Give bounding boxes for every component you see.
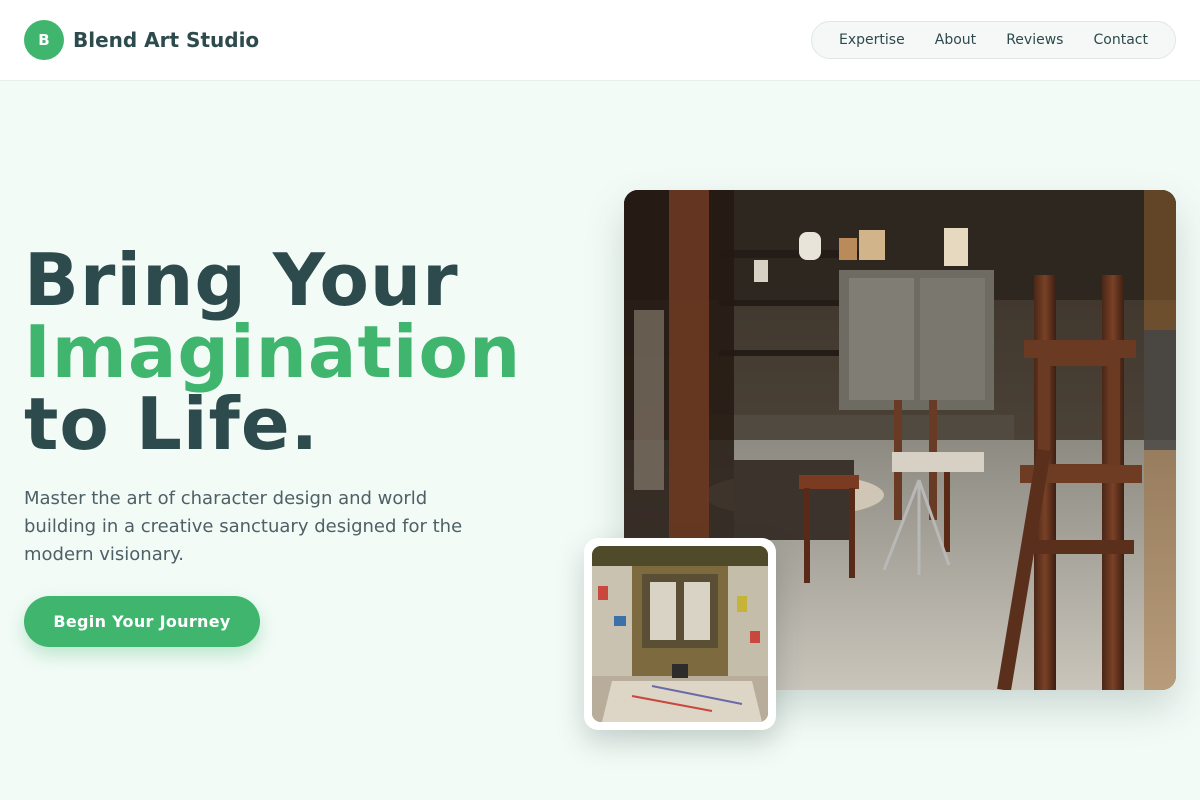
brand-name: Blend Art Studio <box>73 28 260 52</box>
hero-headline: Bring Your Imagination to Life. <box>24 244 584 460</box>
headline-line-2-accent: Imagination <box>24 310 522 394</box>
begin-journey-button[interactable]: Begin Your Journey <box>24 596 260 647</box>
nav-link-expertise[interactable]: Expertise <box>839 32 905 48</box>
hero-description: Master the art of character design and w… <box>24 488 463 565</box>
headline-line-3: to Life. <box>24 382 320 466</box>
main-nav: Expertise About Reviews Contact <box>811 21 1176 59</box>
nav-link-about[interactable]: About <box>935 32 976 48</box>
nav-link-reviews[interactable]: Reviews <box>1006 32 1063 48</box>
studio-inset-photo <box>584 538 776 730</box>
site-header: B Blend Art Studio Expertise About Revie… <box>0 0 1200 81</box>
headline-line-1: Bring Your <box>24 238 459 322</box>
nav-link-contact[interactable]: Contact <box>1094 32 1148 48</box>
brand-logo-link[interactable]: B Blend Art Studio <box>24 20 259 60</box>
brand-badge-icon: B <box>24 20 64 60</box>
